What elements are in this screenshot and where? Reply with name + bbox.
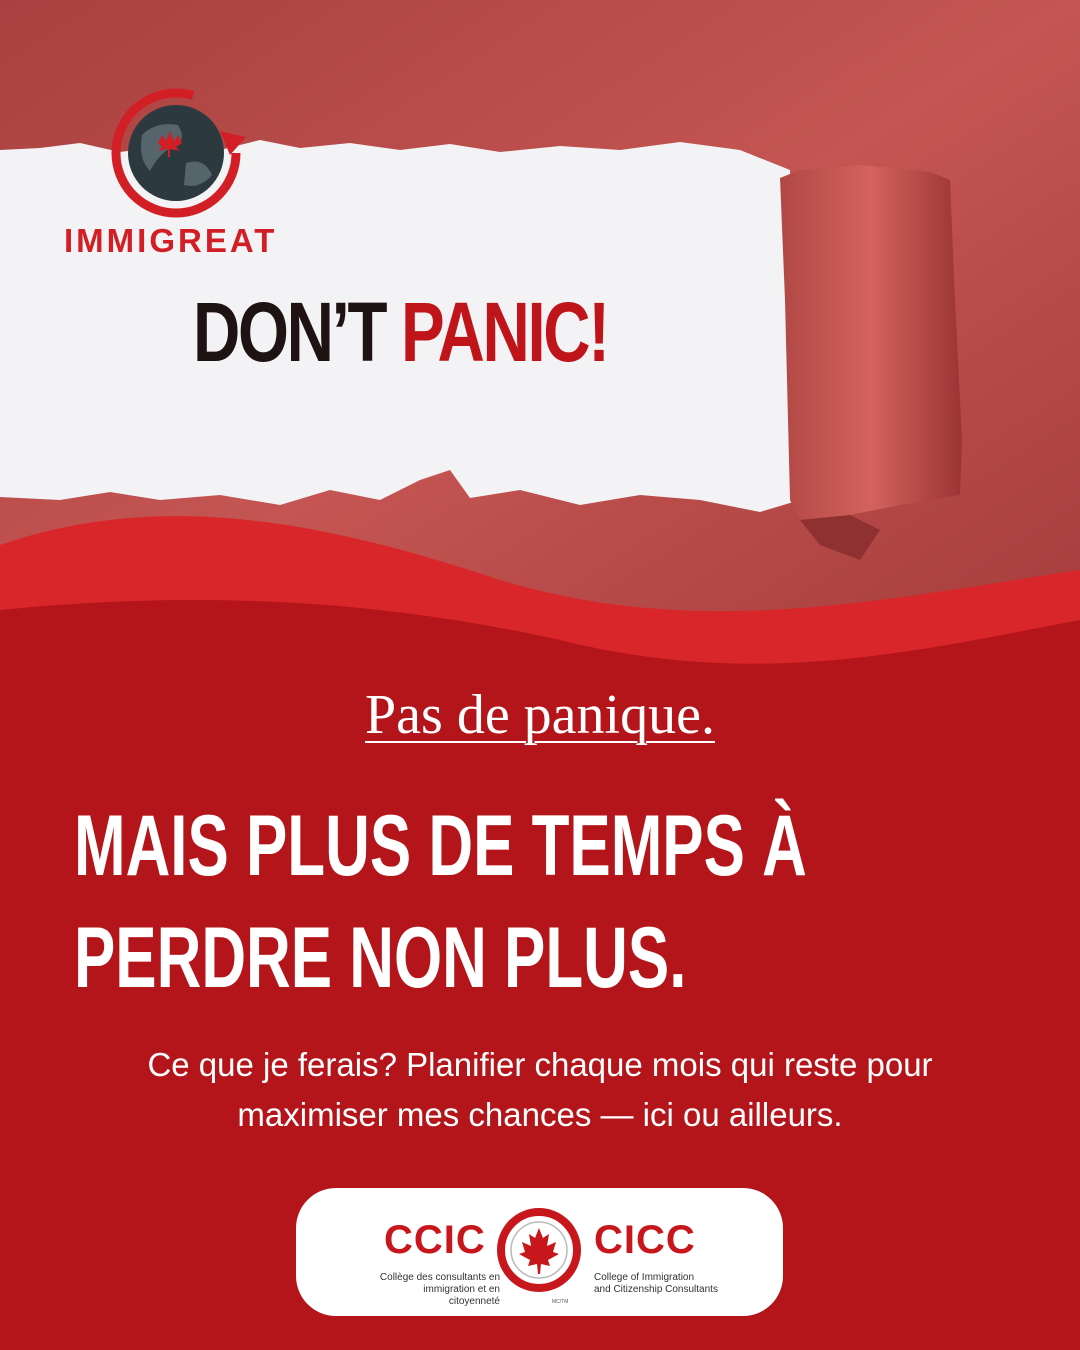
- headline-part-panic: PANIC!: [400, 285, 610, 379]
- poster: IMMIGREAT DON’T PANIC! Pas de panique. M…: [0, 0, 1080, 1350]
- brand-name: IMMIGREAT: [64, 222, 278, 259]
- main-message-line-2: PERDRE NON PLUS.: [74, 910, 687, 1006]
- main-message: MAIS PLUS DE TEMPS À PERDRE NON PLUS.: [74, 790, 807, 1014]
- ccic-french-line-1: Collège des consultants en: [379, 1272, 500, 1283]
- subtitle: Pas de panique.: [365, 684, 715, 746]
- maple-leaf-icon: [519, 1228, 559, 1274]
- body-text: Ce que je ferais? Planifier chaque mois …: [0, 1040, 1080, 1140]
- main-message-line-1: MAIS PLUS DE TEMPS À: [74, 798, 807, 894]
- ccic-code: CCIC: [384, 1218, 486, 1262]
- trademark-mark: MC/TM: [552, 1299, 569, 1305]
- rolled-flap: [780, 165, 962, 520]
- ccic-french-name: Collège des consultants en immigration e…: [370, 1272, 500, 1308]
- cicc-code: CICC: [594, 1218, 696, 1262]
- headline: DON’T PANIC!: [193, 290, 610, 374]
- body-line-1: Ce que je ferais? Planifier chaque mois …: [147, 1046, 933, 1083]
- ccic-badge: CCIC Collège des consultants en immigrat…: [296, 1188, 783, 1316]
- ccic-emblem: [497, 1208, 581, 1292]
- cicc-english-line-2: and Citizenship Consultants: [594, 1284, 718, 1295]
- ccic-french-line-2: immigration et en citoyenneté: [423, 1284, 500, 1307]
- body-line-2: maximiser mes chances — ici ou ailleurs.: [237, 1096, 843, 1133]
- headline-part-dont: DON’T: [193, 285, 387, 379]
- cicc-english-name: College of Immigration and Citizenship C…: [594, 1272, 718, 1296]
- cicc-english-line-1: College of Immigration: [594, 1272, 695, 1283]
